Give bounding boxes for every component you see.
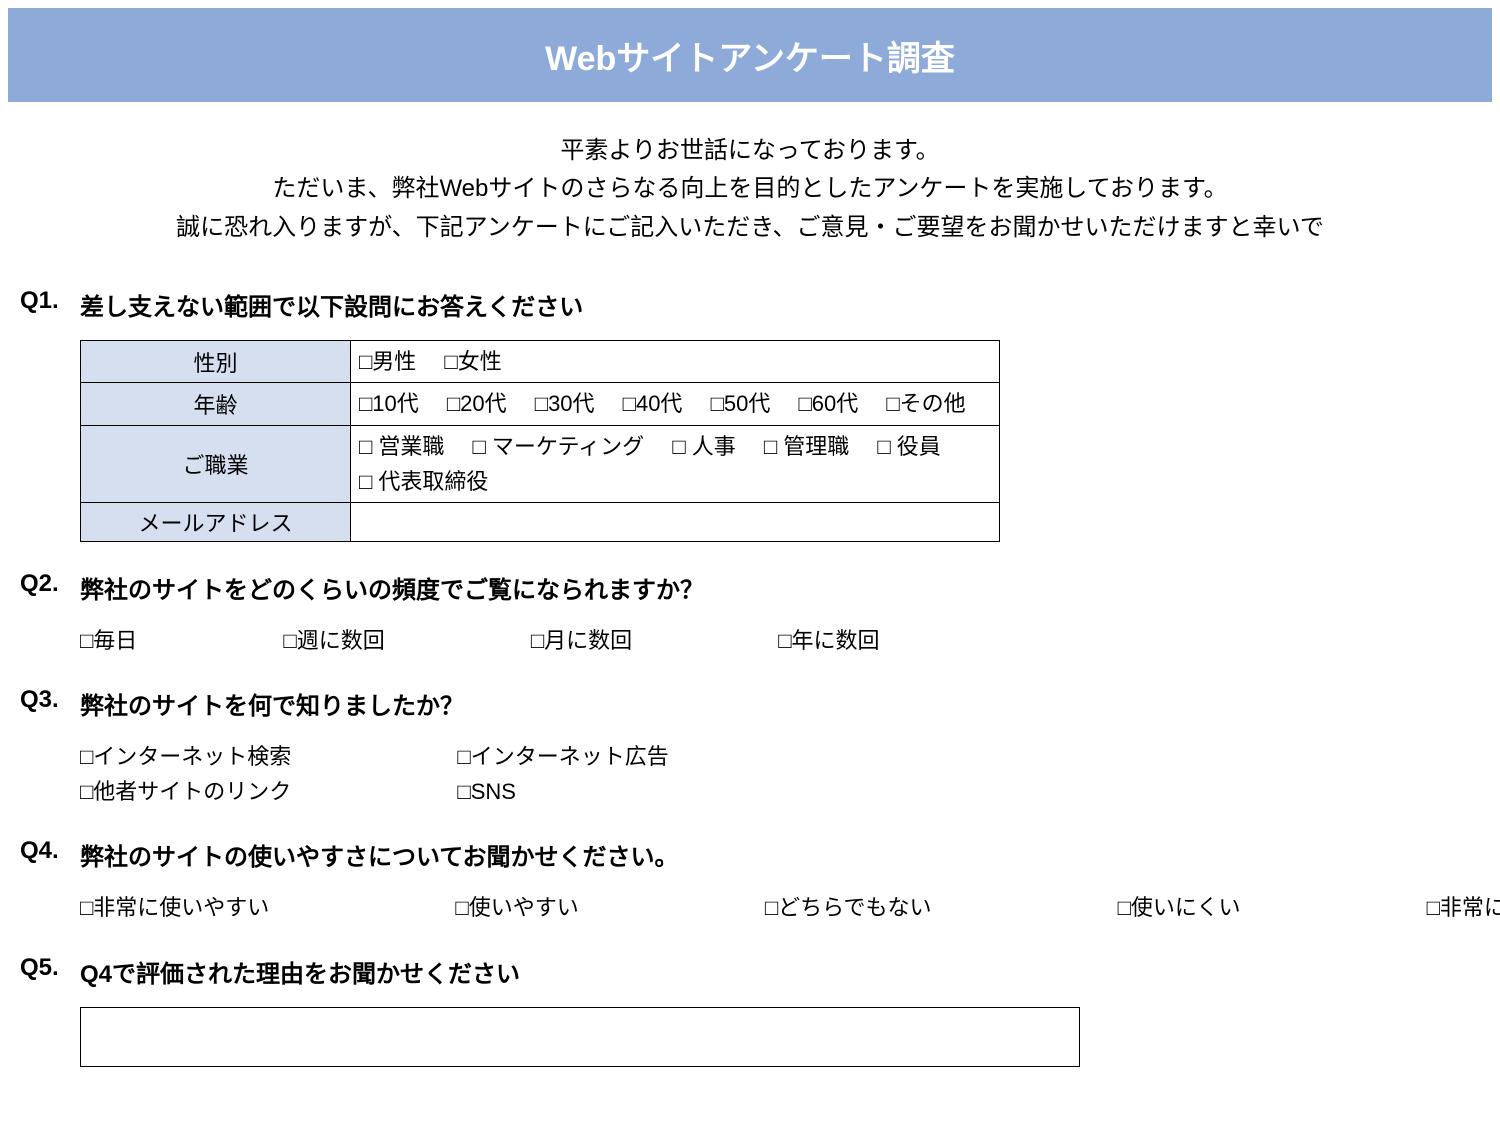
q3-number: Q3. xyxy=(20,686,68,714)
question-2: Q2. 弊社のサイトをどのくらいの頻度でご覧になられますか？ □毎日 □週に数回… xyxy=(20,570,1480,658)
q1-email-input[interactable] xyxy=(351,502,1000,541)
q1-age-label: 年齢 xyxy=(81,383,351,425)
checkbox-option[interactable]: □ 役員 xyxy=(877,429,940,464)
checkbox-option[interactable]: □20代 xyxy=(447,386,507,421)
checkbox-option[interactable]: □インターネット広告 xyxy=(457,739,668,774)
question-4: Q4. 弊社のサイトの使いやすさについてお聞かせください。 □非常に使いやすい … xyxy=(20,837,1480,925)
q4-options[interactable]: □非常に使いやすい □使いやすい □どちらでもない □使いにくい □非常に使い xyxy=(80,890,1480,925)
q1-number: Q1. xyxy=(20,287,68,315)
checkbox-option[interactable]: □ 代表取締役 xyxy=(359,464,488,499)
q1-sex-label: 性別 xyxy=(81,341,351,383)
checkbox-option[interactable]: □インターネット検索 xyxy=(80,739,291,774)
q4-text: 弊社のサイトの使いやすさについてお聞かせください。 xyxy=(80,837,1480,872)
question-5: Q5. Q4で評価された理由をお聞かせください xyxy=(20,954,1480,1067)
intro-line-1: 平素よりお世話になっております。 xyxy=(20,132,1480,170)
checkbox-option[interactable]: □使いにくい xyxy=(1118,890,1241,925)
checkbox-option[interactable]: □SNS xyxy=(457,774,516,809)
q1-age-options[interactable]: □10代 □20代 □30代 □40代 □50代 □60代 □その他 xyxy=(351,383,1000,425)
q1-table: 性別 □男性 □女性 年齢 □10代 □20代 □30代 □40代 □50代 □… xyxy=(80,340,1000,542)
checkbox-option[interactable]: □男性 xyxy=(359,344,416,379)
q5-number: Q5. xyxy=(20,954,68,982)
q3-text: 弊社のサイトを何で知りましたか？ xyxy=(80,686,1480,721)
checkbox-option[interactable]: □女性 xyxy=(444,344,501,379)
q2-options[interactable]: □毎日 □週に数回 □月に数回 □年に数回 xyxy=(80,623,1480,658)
q1-text: 差し支えない範囲で以下設問にお答えください xyxy=(80,287,1480,322)
q1-sex-options[interactable]: □男性 □女性 xyxy=(351,341,1000,383)
checkbox-option[interactable]: □使いやすい xyxy=(455,890,578,925)
checkbox-option[interactable]: □非常に使い xyxy=(1427,890,1500,925)
checkbox-option[interactable]: □毎日 xyxy=(80,623,137,658)
q2-number: Q2. xyxy=(20,570,68,598)
checkbox-option[interactable]: □ 管理職 xyxy=(764,429,849,464)
checkbox-option[interactable]: □その他 xyxy=(886,386,965,421)
q1-email-label: メールアドレス xyxy=(81,502,351,541)
checkbox-option[interactable]: □他者サイトのリンク xyxy=(80,774,291,809)
checkbox-option[interactable]: □どちらでもない xyxy=(765,890,932,925)
q3-options[interactable]: □インターネット検索 □インターネット広告 □他者サイトのリンク □SNS xyxy=(80,739,1120,809)
q2-text: 弊社のサイトをどのくらいの頻度でご覧になられますか？ xyxy=(80,570,1480,605)
q5-textarea[interactable] xyxy=(80,1007,1080,1067)
checkbox-option[interactable]: □週に数回 xyxy=(283,623,384,658)
page-title: Webサイトアンケート調査 xyxy=(545,31,955,80)
question-1: Q1. 差し支えない範囲で以下設問にお答えください 性別 □男性 □女性 年齢 … xyxy=(20,287,1480,542)
checkbox-option[interactable]: □非常に使いやすい xyxy=(80,890,269,925)
checkbox-option[interactable]: □30代 xyxy=(535,386,595,421)
checkbox-option[interactable]: □ マーケティング xyxy=(473,429,645,464)
checkbox-option[interactable]: □10代 xyxy=(359,386,419,421)
checkbox-option[interactable]: □ 営業職 xyxy=(359,429,444,464)
q5-text: Q4で評価された理由をお聞かせください xyxy=(80,954,1480,989)
intro-block: 平素よりお世話になっております。 ただいま、弊社Webサイトのさらなる向上を目的… xyxy=(20,132,1480,247)
intro-line-3: 誠に恐れ入りますが、下記アンケートにご記入いただき、ご意見・ご要望をお聞かせいた… xyxy=(20,209,1480,247)
checkbox-option[interactable]: □50代 xyxy=(711,386,771,421)
q1-job-label: ご職業 xyxy=(81,425,351,502)
checkbox-option[interactable]: □40代 xyxy=(623,386,683,421)
question-3: Q3. 弊社のサイトを何で知りましたか？ □インターネット検索 □インターネット… xyxy=(20,686,1480,809)
intro-line-2: ただいま、弊社Webサイトのさらなる向上を目的としたアンケートを実施しております… xyxy=(20,170,1480,208)
q1-job-options[interactable]: □ 営業職 □ マーケティング □ 人事 □ 管理職 □ 役員 □ 代表取締役 xyxy=(351,425,1000,502)
checkbox-option[interactable]: □60代 xyxy=(798,386,858,421)
checkbox-option[interactable]: □ 人事 xyxy=(672,429,735,464)
q4-number: Q4. xyxy=(20,837,68,865)
checkbox-option[interactable]: □年に数回 xyxy=(778,623,879,658)
checkbox-option[interactable]: □月に数回 xyxy=(531,623,632,658)
header-banner: Webサイトアンケート調査 xyxy=(8,8,1492,102)
